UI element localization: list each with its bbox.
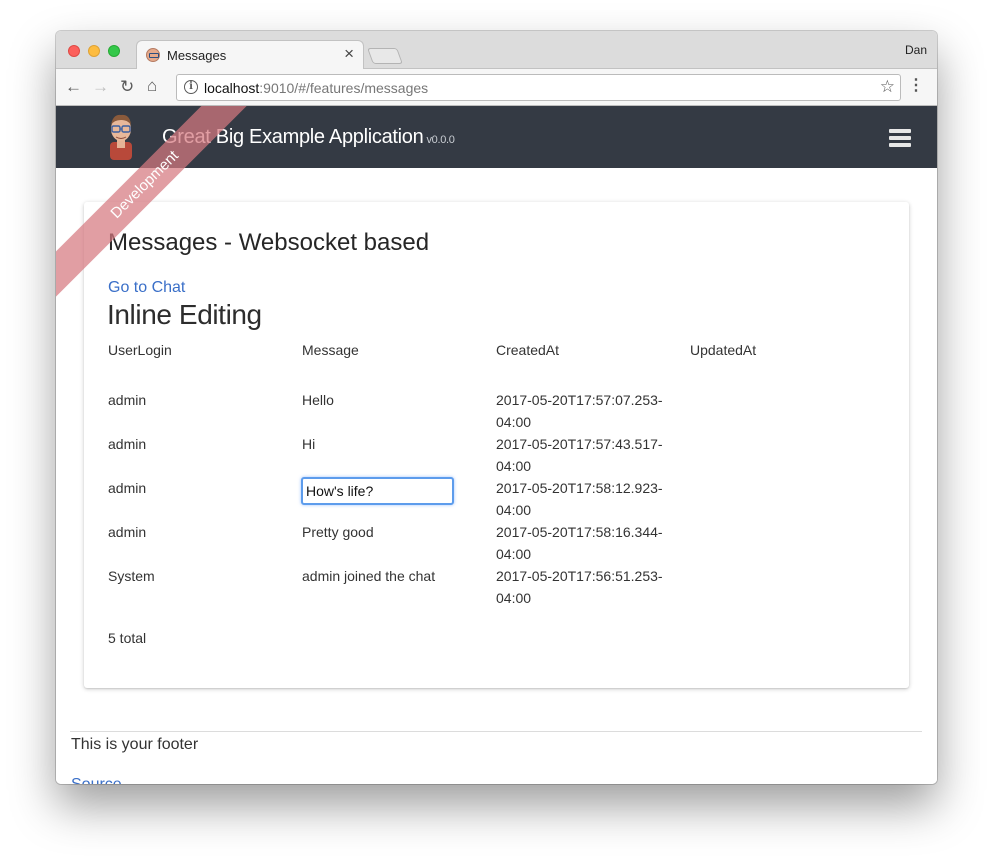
cell-message[interactable]: Hello (302, 389, 334, 411)
cell-userlogin: admin (108, 480, 147, 496)
app-navbar: Great Big Example Application v0.0.0 (56, 106, 937, 168)
cell-createdat: 2017-05-20T17:58:12.923-04:00 (496, 480, 663, 518)
footer-text: This is your footer (71, 736, 199, 753)
hamburger-icon[interactable] (889, 129, 911, 147)
avatar (110, 114, 132, 160)
cell-createdat: 2017-05-20T17:57:07.253-04:00 (496, 392, 663, 430)
inline-editing-heading: Inline Editing (107, 299, 262, 330)
column-header-updatedat: UpdatedAt (690, 342, 757, 358)
cell-message[interactable]: Hi (302, 433, 315, 455)
page-title: Messages - Websocket based (108, 229, 430, 256)
tab-favicon-icon (146, 48, 160, 62)
cell-createdat: 2017-05-20T17:56:51.253-04:00 (496, 568, 663, 606)
url-host: localhost (204, 80, 260, 96)
column-header-createdat: CreatedAt (496, 342, 560, 358)
app-brand[interactable]: Great Big Example Application v0.0.0 (162, 126, 455, 149)
browser-toolbar: ← → ↻ ⌂ i localhost:9010/#/features/mess… (56, 69, 937, 106)
cell-userlogin: admin (108, 392, 147, 408)
browser-window: Messages × Dan ← → ↻ ⌂ i localhost:9010/… (56, 31, 937, 784)
cell-message[interactable]: admin joined the chat (302, 565, 435, 587)
tab-title: Messages (167, 48, 227, 63)
app-version: v0.0.0 (426, 134, 455, 146)
new-tab-button[interactable] (367, 48, 403, 64)
tab-close-icon[interactable]: × (344, 45, 354, 62)
info-icon[interactable]: i (184, 80, 198, 94)
messages-card: Messages - Websocket based Go to Chat In… (84, 202, 909, 688)
cell-message[interactable]: Pretty good (302, 521, 374, 543)
cell-userlogin: System (108, 568, 155, 584)
title-bar: Messages × Dan (56, 31, 937, 70)
back-arrow-icon[interactable]: ← (65, 77, 82, 97)
go-to-chat-link[interactable]: Go to Chat (108, 279, 185, 297)
browser-tab[interactable]: Messages × (136, 40, 364, 70)
window-minimize-button[interactable] (88, 45, 100, 57)
column-header-message: Message (302, 342, 359, 358)
cell-userlogin: admin (108, 524, 147, 540)
window-maximize-button[interactable] (108, 45, 120, 57)
window-close-button[interactable] (68, 45, 80, 57)
reload-icon[interactable]: ↻ (120, 77, 134, 97)
forward-arrow-icon[interactable]: → (92, 77, 109, 97)
footer-divider (70, 731, 922, 732)
address-bar[interactable]: i localhost:9010/#/features/messages ☆ (176, 74, 901, 101)
cell-createdat: 2017-05-20T17:58:16.344-04:00 (496, 524, 663, 562)
column-header-userlogin: UserLogin (108, 342, 172, 358)
cell-createdat: 2017-05-20T17:57:43.517-04:00 (496, 436, 663, 474)
url-text[interactable]: localhost:9010/#/features/messages (204, 80, 428, 96)
cell-userlogin: admin (108, 436, 147, 452)
source-link[interactable]: Source (71, 776, 122, 784)
profile-name[interactable]: Dan (905, 43, 927, 57)
home-icon[interactable]: ⌂ (147, 76, 157, 96)
url-path: :9010/#/features/messages (259, 80, 429, 96)
page-content: Messages - Websocket based Go to Chat In… (56, 168, 937, 784)
message-edit-input[interactable] (301, 477, 454, 505)
brand-title: Great Big Example Application (162, 126, 424, 148)
total-count: 5 total (108, 630, 147, 646)
menu-dots-icon[interactable]: ⋮ (908, 77, 924, 95)
star-icon[interactable]: ☆ (880, 77, 895, 97)
